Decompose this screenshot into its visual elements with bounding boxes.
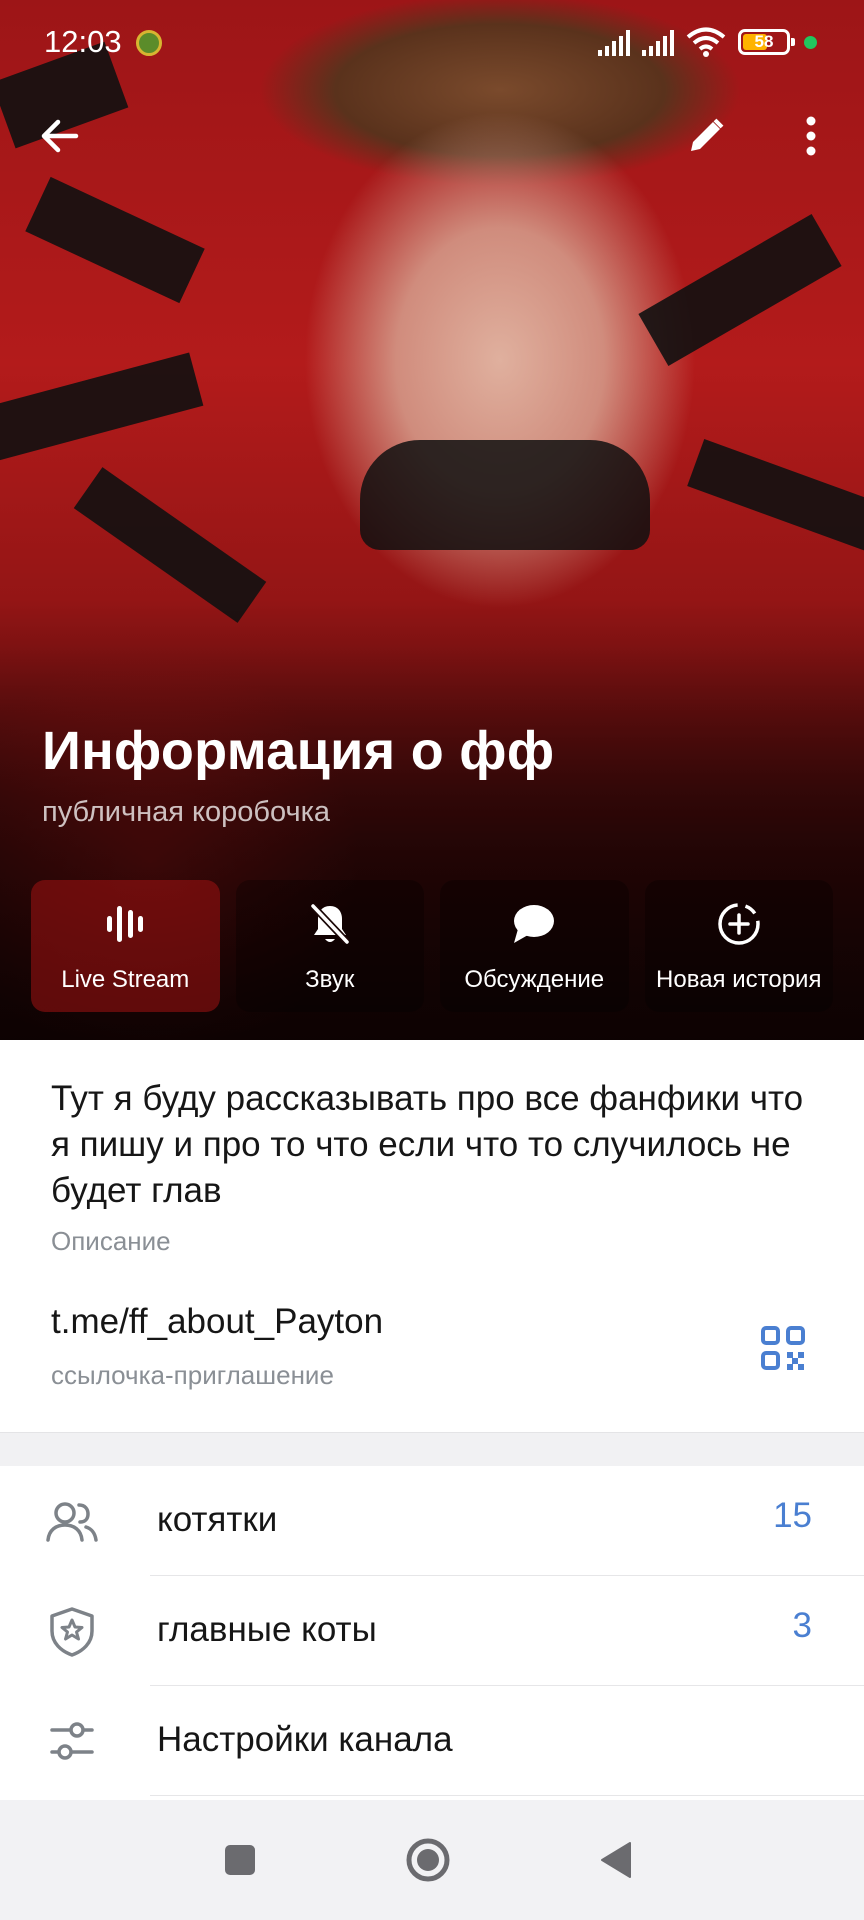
status-bar: 12:03 58 — [0, 0, 864, 86]
privacy-indicator — [804, 36, 817, 49]
battery-icon: 58 — [738, 29, 795, 55]
cell-signal-icon — [642, 30, 674, 56]
shield-star-icon — [50, 1607, 94, 1657]
photo-sweater — [360, 440, 650, 550]
menu-label: Настройки канала — [157, 1720, 453, 1759]
more-button[interactable] — [779, 104, 843, 168]
channel-description[interactable]: Тут я буду рассказывать про все фанфики … — [51, 1076, 811, 1214]
app-notification-icon — [136, 30, 162, 56]
home-button[interactable] — [398, 1830, 458, 1890]
invite-link-label: ссылочка-приглашение — [51, 1360, 334, 1390]
pencil-icon — [691, 118, 724, 151]
sliders-icon — [50, 1722, 94, 1760]
chat-bubble-icon — [514, 905, 555, 943]
sound-button[interactable]: Звук — [235, 880, 424, 1012]
triangle-back-icon — [601, 1842, 631, 1878]
bell-off-icon — [310, 903, 350, 945]
live-stream-icon — [107, 906, 144, 942]
channel-title: Информация о фф — [42, 721, 555, 781]
menu-item-channel-settings[interactable]: Настройки канала — [0, 1686, 864, 1796]
channel-subtitle: публичная коробочка — [42, 796, 331, 828]
discussion-button[interactable]: Обсуждение — [440, 880, 629, 1012]
menu-label: котятки — [157, 1500, 278, 1539]
recents-button[interactable] — [210, 1830, 270, 1890]
channel-menu: котятки 15 главные коты 3 Настройки кана… — [0, 1466, 864, 1798]
channel-header: 12:03 58 Информация о фф публичная короб… — [0, 0, 864, 1040]
system-nav-bar — [0, 1800, 864, 1920]
photo-pattern — [25, 176, 205, 304]
cell-signal-icon — [598, 30, 630, 56]
users-icon — [46, 1502, 98, 1542]
square-icon — [225, 1845, 255, 1875]
back-nav-button[interactable] — [586, 1830, 646, 1890]
channel-info: Тут я буду рассказывать про все фанфики … — [0, 1040, 864, 1432]
arrow-left-icon — [41, 119, 79, 153]
menu-label: главные коты — [157, 1610, 377, 1649]
invite-link[interactable]: t.me/ff_about_Payton — [51, 1302, 383, 1342]
edit-button[interactable] — [674, 104, 738, 168]
menu-item-admins[interactable]: главные коты 3 — [0, 1576, 864, 1686]
new-story-label: Новая история — [656, 966, 822, 993]
wifi-icon — [686, 27, 726, 57]
live-stream-button[interactable]: Live Stream — [31, 880, 220, 1012]
home-circle-icon — [406, 1838, 450, 1882]
live-stream-label: Live Stream — [61, 966, 190, 993]
menu-count: 3 — [792, 1606, 812, 1645]
photo-pattern — [638, 214, 842, 366]
description-label: Описание — [51, 1226, 171, 1256]
menu-count: 15 — [773, 1496, 812, 1535]
channel-title-block: Информация о фф публичная коробочка — [42, 720, 554, 829]
add-story-icon — [718, 903, 760, 945]
back-button[interactable] — [28, 104, 92, 168]
qr-code-icon[interactable] — [760, 1325, 806, 1371]
more-vertical-icon — [806, 116, 816, 156]
section-divider — [0, 1432, 864, 1466]
sound-label: Звук — [305, 966, 355, 993]
menu-item-subscribers[interactable]: котятки 15 — [0, 1466, 864, 1576]
photo-pattern — [687, 439, 864, 551]
new-story-button[interactable]: Новая история — [644, 880, 833, 1012]
photo-pattern — [0, 352, 204, 463]
status-time: 12:03 — [44, 24, 122, 59]
action-row: Live Stream Звук Обсуждение Новая истори… — [31, 880, 833, 1012]
discussion-label: Обсуждение — [464, 966, 605, 993]
battery-text: 58 — [754, 32, 774, 51]
